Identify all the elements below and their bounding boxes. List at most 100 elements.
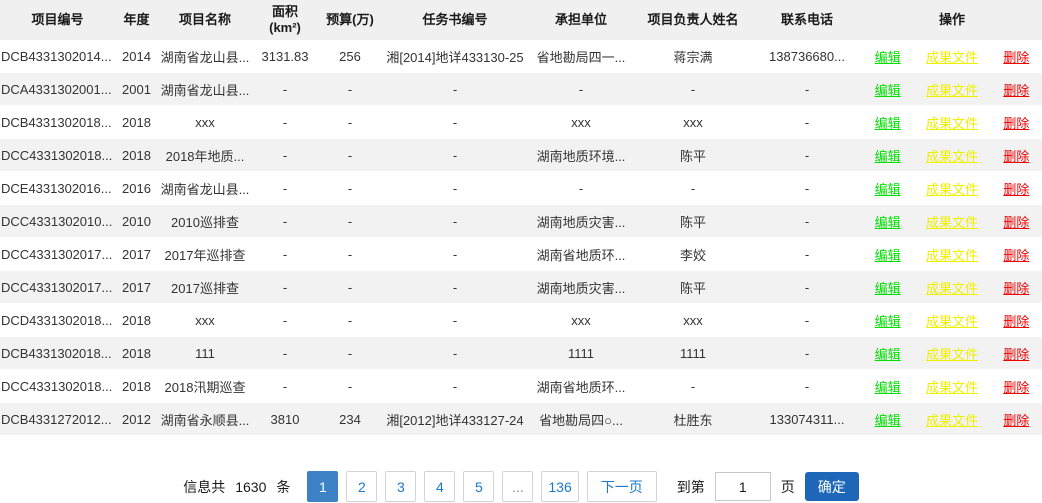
- result-file-link[interactable]: 成果文件: [926, 410, 978, 429]
- result-file-link[interactable]: 成果文件: [926, 47, 978, 66]
- delete-link[interactable]: 删除: [1003, 311, 1029, 330]
- edit-link[interactable]: 编辑: [875, 212, 901, 231]
- table-row: DCC4331302010... 2010 2010巡排查 - - - 湖南地质…: [0, 205, 1042, 238]
- cell-phone: -: [752, 106, 862, 139]
- page-button-5[interactable]: 5: [463, 471, 494, 502]
- goto-page-input[interactable]: [715, 472, 771, 501]
- page-button-1[interactable]: 1: [307, 471, 338, 502]
- cell-leader-name: 陈平: [634, 139, 752, 172]
- cell-phone: 133074311...: [752, 403, 862, 436]
- edit-link[interactable]: 编辑: [875, 344, 901, 363]
- edit-link[interactable]: 编辑: [875, 377, 901, 396]
- cell-budget: -: [318, 370, 382, 403]
- page-ellipsis-button[interactable]: ...: [502, 471, 533, 502]
- cell-project-id: DCC4331302010...: [0, 205, 115, 238]
- result-file-link[interactable]: 成果文件: [926, 278, 978, 297]
- table-header-row: 项目编号 年度 项目名称 面积 (km²) 预算(万) 任务书编号 承担单位 项…: [0, 0, 1042, 40]
- cell-unit: 1111: [528, 337, 634, 370]
- result-file-link[interactable]: 成果文件: [926, 377, 978, 396]
- delete-link[interactable]: 删除: [1003, 278, 1029, 297]
- edit-link[interactable]: 编辑: [875, 278, 901, 297]
- delete-link[interactable]: 删除: [1003, 179, 1029, 198]
- edit-link[interactable]: 编辑: [875, 80, 901, 99]
- delete-link[interactable]: 删除: [1003, 80, 1029, 99]
- cell-area: -: [252, 106, 318, 139]
- cell-unit: 省地勘局四○...: [528, 403, 634, 436]
- col-header-project-name: 项目名称: [158, 0, 252, 40]
- cell-unit: 省地勘局四一...: [528, 40, 634, 73]
- cell-task-doc-no: -: [382, 304, 528, 337]
- result-file-link[interactable]: 成果文件: [926, 311, 978, 330]
- table-row: DCB4331302018... 2018 111 - - - 1111 111…: [0, 337, 1042, 370]
- cell-project-id: DCA4331302001...: [0, 73, 115, 106]
- cell-year: 2001: [115, 73, 158, 106]
- next-page-button[interactable]: 下一页: [587, 471, 657, 502]
- cell-project-name: 湖南省永顺县...: [158, 403, 252, 436]
- cell-project-id: DCC4331302017...: [0, 238, 115, 271]
- confirm-button[interactable]: 确定: [805, 472, 859, 501]
- cell-project-id: DCC4331302018...: [0, 370, 115, 403]
- result-file-link[interactable]: 成果文件: [926, 113, 978, 132]
- cell-unit: 湖南省地质环...: [528, 238, 634, 271]
- cell-project-id: DCB4331302018...: [0, 337, 115, 370]
- cell-operations: 编辑 成果文件 删除: [862, 337, 1042, 370]
- cell-year: 2018: [115, 106, 158, 139]
- cell-task-doc-no: -: [382, 238, 528, 271]
- cell-project-name: 湖南省龙山县...: [158, 73, 252, 106]
- edit-link[interactable]: 编辑: [875, 410, 901, 429]
- delete-link[interactable]: 删除: [1003, 344, 1029, 363]
- cell-project-name: 2017年巡排查: [158, 238, 252, 271]
- delete-link[interactable]: 删除: [1003, 113, 1029, 132]
- cell-project-id: DCC4331302018...: [0, 139, 115, 172]
- delete-link[interactable]: 删除: [1003, 146, 1029, 165]
- cell-phone: 138736680...: [752, 40, 862, 73]
- edit-link[interactable]: 编辑: [875, 47, 901, 66]
- result-file-link[interactable]: 成果文件: [926, 179, 978, 198]
- goto-prefix-label: 到第: [677, 477, 705, 497]
- delete-link[interactable]: 删除: [1003, 245, 1029, 264]
- cell-unit: xxx: [528, 106, 634, 139]
- delete-link[interactable]: 删除: [1003, 377, 1029, 396]
- page-button-4[interactable]: 4: [424, 471, 455, 502]
- cell-leader-name: 杜胜东: [634, 403, 752, 436]
- cell-budget: 234: [318, 403, 382, 436]
- edit-link[interactable]: 编辑: [875, 245, 901, 264]
- pagination-bar: 信息共1630条 1 2 3 4 5 ... 136 下一页 到第 页 确定: [0, 471, 1042, 502]
- delete-link[interactable]: 删除: [1003, 212, 1029, 231]
- cell-unit: xxx: [528, 304, 634, 337]
- edit-link[interactable]: 编辑: [875, 146, 901, 165]
- cell-year: 2018: [115, 139, 158, 172]
- cell-project-name: 2018汛期巡查: [158, 370, 252, 403]
- delete-link[interactable]: 删除: [1003, 47, 1029, 66]
- cell-phone: -: [752, 370, 862, 403]
- info-prefix: 信息共: [183, 479, 225, 495]
- result-file-link[interactable]: 成果文件: [926, 146, 978, 165]
- cell-budget: -: [318, 271, 382, 304]
- cell-operations: 编辑 成果文件 删除: [862, 403, 1042, 436]
- cell-budget: -: [318, 205, 382, 238]
- cell-area: -: [252, 271, 318, 304]
- pagination-info: 信息共1630条: [183, 477, 290, 497]
- result-file-link[interactable]: 成果文件: [926, 344, 978, 363]
- table-row: DCB4331302014... 2014 湖南省龙山县... 3131.83 …: [0, 40, 1042, 73]
- cell-leader-name: -: [634, 172, 752, 205]
- col-header-project-id: 项目编号: [0, 0, 115, 40]
- result-file-link[interactable]: 成果文件: [926, 212, 978, 231]
- page-button-2[interactable]: 2: [346, 471, 377, 502]
- delete-link[interactable]: 删除: [1003, 410, 1029, 429]
- result-file-link[interactable]: 成果文件: [926, 80, 978, 99]
- col-header-phone: 联系电话: [752, 0, 862, 40]
- cell-area: -: [252, 238, 318, 271]
- page-button-3[interactable]: 3: [385, 471, 416, 502]
- edit-link[interactable]: 编辑: [875, 311, 901, 330]
- cell-task-doc-no: -: [382, 139, 528, 172]
- edit-link[interactable]: 编辑: [875, 113, 901, 132]
- cell-task-doc-no: -: [382, 205, 528, 238]
- page-button-136[interactable]: 136: [541, 471, 578, 502]
- cell-task-doc-no: -: [382, 337, 528, 370]
- table-row: DCC4331302018... 2018 2018年地质... - - - 湖…: [0, 139, 1042, 172]
- cell-task-doc-no: 湘[2012]地详433127-24: [382, 403, 528, 436]
- edit-link[interactable]: 编辑: [875, 179, 901, 198]
- cell-phone: -: [752, 205, 862, 238]
- result-file-link[interactable]: 成果文件: [926, 245, 978, 264]
